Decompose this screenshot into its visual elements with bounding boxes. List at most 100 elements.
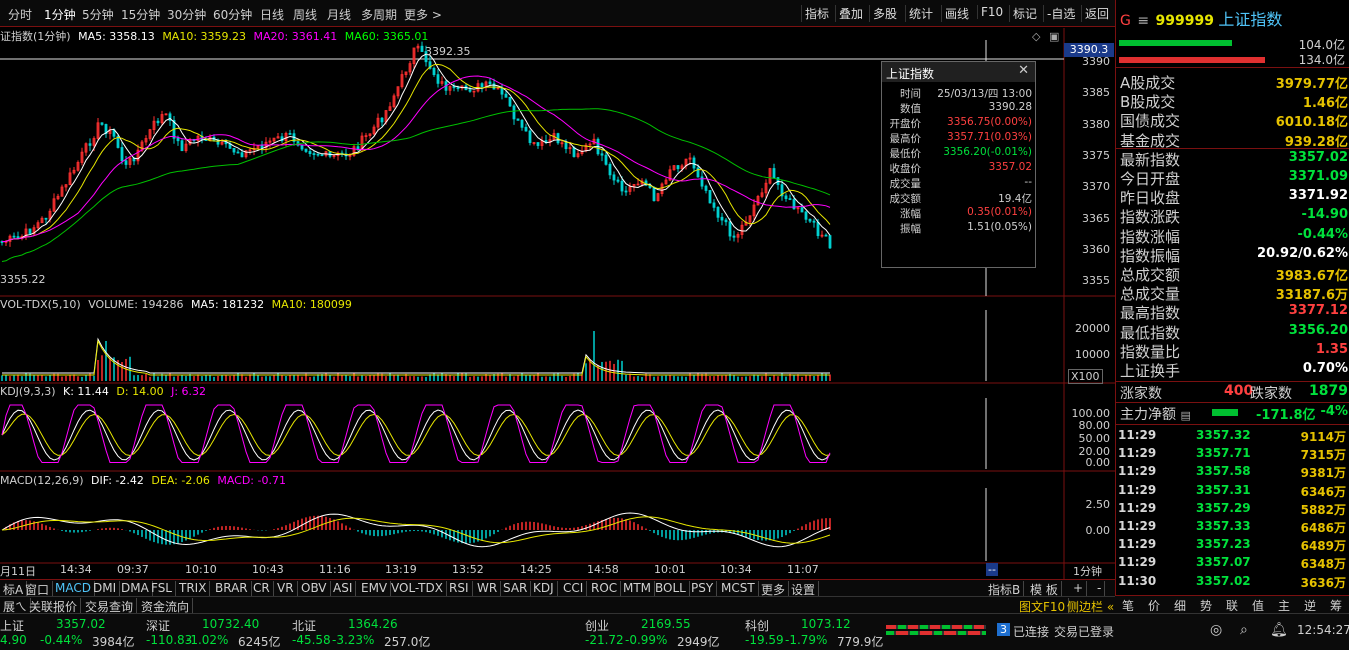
tab-timeframe[interactable]: 5分钟 xyxy=(82,6,114,23)
kdj-name: KDJ(9,3,3) xyxy=(0,385,56,398)
indicator-tab[interactable]: BOLL xyxy=(652,581,690,596)
macd-legend: MACD(12,26,9) DIF: -2.42 DEA: -2.06 MACD… xyxy=(0,474,286,487)
right-panel-tab[interactable]: 值 xyxy=(1249,597,1267,613)
indicator-tab-right[interactable]: 模 板 xyxy=(1027,581,1062,597)
indicator-tab[interactable]: 更多 xyxy=(758,581,790,597)
stat-label: 上证换手 xyxy=(1120,362,1181,380)
indicator-tab[interactable]: MACD xyxy=(52,581,95,596)
indicator-tab[interactable]: PSY xyxy=(688,581,718,596)
indicator-tab-right[interactable]: - xyxy=(1094,581,1106,596)
right-panel-tab[interactable]: 联 xyxy=(1223,597,1241,613)
indicator-tab[interactable]: MCST xyxy=(718,581,759,596)
right-panel-tab[interactable]: 筹 xyxy=(1327,597,1345,613)
indicator-tab[interactable]: KDJ xyxy=(530,581,558,596)
indicator-tab[interactable]: FSL xyxy=(148,581,176,596)
indicator-tab[interactable]: MTM xyxy=(620,581,656,596)
indicator-tab[interactable]: SAR xyxy=(500,581,532,596)
indicator-tab-right[interactable]: + xyxy=(1070,581,1088,596)
indicator-tab[interactable]: ROC xyxy=(588,581,622,596)
right-panel-tab[interactable]: 细 xyxy=(1171,597,1189,613)
indicator-tab[interactable]: OBV xyxy=(298,581,331,596)
ma20-label: MA20: 3361.41 xyxy=(253,30,338,43)
watchlist-button[interactable]: -自选 xyxy=(1043,5,1078,22)
indicator-tab[interactable]: BRAR xyxy=(212,581,252,596)
divider xyxy=(1116,67,1349,68)
sidebar-toggle[interactable]: 侧边栏 « xyxy=(1064,598,1119,614)
candle-body xyxy=(236,151,240,154)
candle-body xyxy=(616,179,620,182)
indicator-tab[interactable]: DMI xyxy=(90,581,121,596)
tab-timeframe[interactable]: 月线 xyxy=(327,6,351,23)
indicator-tab[interactable]: ASI xyxy=(330,581,357,596)
candle-body xyxy=(816,221,820,236)
tab-timeframe[interactable]: 日线 xyxy=(260,6,284,23)
price-tick: 3390 xyxy=(1082,55,1110,68)
f10-button[interactable]: F10 xyxy=(977,5,1006,19)
tab-timeframe[interactable]: 15分钟 xyxy=(121,6,160,23)
candle-body xyxy=(808,218,812,222)
right-panel-tab[interactable]: 价 xyxy=(1145,597,1163,613)
sub-tab[interactable]: 资金流向 xyxy=(138,598,194,614)
net-flow-pct: -4% xyxy=(1320,404,1348,419)
close-icon[interactable]: ✕ xyxy=(1018,63,1029,78)
right-panel-tab[interactable]: 逆 xyxy=(1301,597,1319,613)
sub-tab[interactable]: 交易查询 xyxy=(82,598,138,614)
indicator-tab[interactable]: RSI xyxy=(446,581,473,596)
draw-button[interactable]: 画线 xyxy=(941,5,972,22)
stat-row: 指数涨跌 -14.90 xyxy=(1120,206,1348,226)
tab-timeframe[interactable]: 分时 xyxy=(8,6,32,23)
candle-body xyxy=(380,117,384,123)
indicator-tab[interactable]: CCI xyxy=(560,581,588,596)
tab-timeframe-more[interactable]: 更多 > xyxy=(404,6,442,23)
connection-badge[interactable]: 3 xyxy=(997,623,1010,636)
tab-timeframe-active[interactable]: 1分钟 xyxy=(44,6,76,23)
tab-timeframe[interactable]: 30分钟 xyxy=(167,6,206,23)
right-panel-tab[interactable]: 笔 xyxy=(1119,597,1137,613)
candle-body xyxy=(772,168,776,179)
divider xyxy=(1116,402,1349,403)
tick-row: 11:29 3357.07 6348万 xyxy=(1116,555,1349,573)
multi-stock-button[interactable]: 多股 xyxy=(869,5,900,22)
list-icon[interactable]: ▤ xyxy=(1180,409,1190,422)
stat-label: A股成交 xyxy=(1120,74,1176,92)
indicator-tab[interactable]: 窗口 xyxy=(22,581,54,597)
back-button[interactable]: 返回 xyxy=(1081,5,1112,22)
stat-value: 0.70% xyxy=(1302,361,1348,376)
tab-timeframe[interactable]: 多周期 xyxy=(361,6,397,23)
volume-value: VOLUME: 194286 xyxy=(88,298,184,311)
sub-tab[interactable]: 关联报价 xyxy=(26,598,82,614)
popup-row: 时间 25/03/13/四 13:00 xyxy=(882,86,1035,101)
popup-row-value: 19.4亿 xyxy=(998,193,1032,205)
indicator-tab[interactable]: TRIX xyxy=(176,581,211,596)
net-flow-bar xyxy=(1212,409,1238,416)
f10-tab[interactable]: 图文F10 xyxy=(1016,598,1070,614)
indicator-tab[interactable]: VR xyxy=(274,581,298,596)
right-panel-tab[interactable]: 势 xyxy=(1197,597,1215,613)
overlay-button[interactable]: 叠加 xyxy=(835,5,866,22)
indicator-tab[interactable]: WR xyxy=(474,581,502,596)
bell-icon[interactable]: 🔔︎ xyxy=(1270,622,1288,638)
candle-body xyxy=(620,180,624,192)
headset-icon[interactable]: ◎ xyxy=(1210,622,1222,638)
indicator-tab-right[interactable]: 指标B xyxy=(985,581,1025,597)
mark-button[interactable]: 标记 xyxy=(1009,5,1040,22)
search-icon[interactable]: ⌕ xyxy=(1240,622,1248,638)
tab-timeframe[interactable]: 60分钟 xyxy=(213,6,252,23)
right-panel-tab[interactable]: 主 xyxy=(1275,597,1293,613)
net-flow-value: -171.8亿 xyxy=(1256,408,1316,423)
market-change: -21.72 xyxy=(585,633,624,647)
candle-body xyxy=(44,217,48,220)
diamond-icon[interactable]: ◇ xyxy=(1032,30,1040,43)
indicator-tab[interactable]: 设置 xyxy=(788,581,820,597)
indicator-tab[interactable]: VOL-TDX xyxy=(388,581,447,596)
trade-login-status[interactable]: 交易已登录 xyxy=(1054,623,1114,640)
tab-timeframe[interactable]: 周线 xyxy=(293,6,317,23)
stats-button[interactable]: 统计 xyxy=(905,5,936,22)
menu-icon[interactable]: ≡ xyxy=(1137,13,1149,29)
price-tick: 3360 xyxy=(1082,243,1110,256)
indicator-tab[interactable]: EMV xyxy=(358,581,392,596)
window-icon[interactable]: ▣ xyxy=(1049,30,1059,43)
indicator-button[interactable]: 指标 xyxy=(801,5,832,22)
indicator-tab[interactable]: CR xyxy=(250,581,274,596)
tick-row: 11:29 3357.23 6489万 xyxy=(1116,537,1349,555)
